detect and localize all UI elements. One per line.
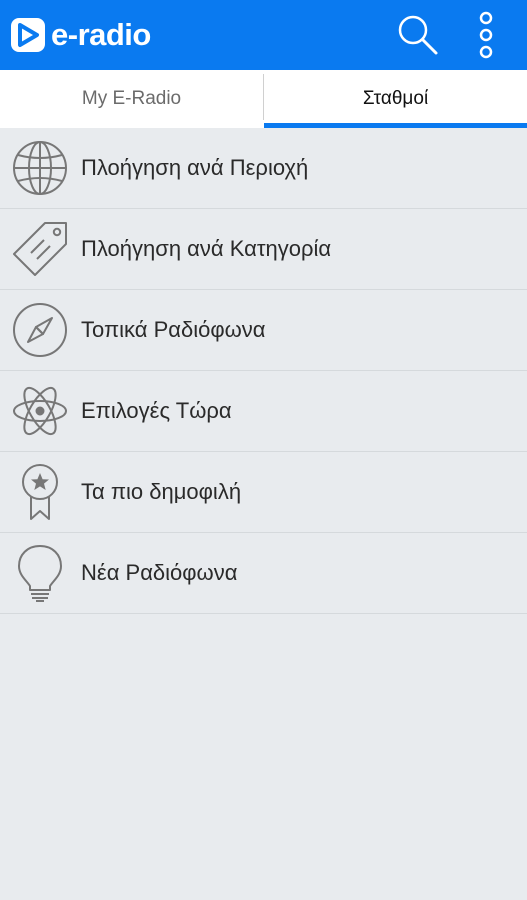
app-logo[interactable]: e-radio (11, 17, 151, 53)
tab-stations[interactable]: Σταθμοί (264, 70, 527, 128)
search-icon (398, 15, 438, 55)
tab-my-e-radio[interactable]: My E-Radio (0, 70, 263, 128)
menu-item-label: Πλοήγηση ανά Κατηγορία (81, 236, 332, 261)
menu-item-local-radios[interactable]: Τοπικά Ραδιόφωνα (0, 290, 527, 371)
search-button[interactable] (388, 0, 448, 70)
menu-item-label: Τα πιο δημοφιλή (81, 479, 242, 504)
atom-icon (11, 382, 69, 440)
menu-item-label: Επιλογές Τώρα (81, 398, 232, 423)
menu-item-new-radios[interactable]: Νέα Ραδιόφωνα (0, 533, 527, 614)
menu-item-most-popular[interactable]: Τα πιο δημοφιλή (0, 452, 527, 533)
menu-item-browse-region[interactable]: Πλοήγηση ανά Περιοχή (0, 128, 527, 209)
play-logo-icon (11, 18, 45, 52)
globe-icon (11, 139, 69, 197)
tab-bar: My E-Radio Σταθμοί (0, 70, 527, 128)
menu-item-label: Νέα Ραδιόφωνα (81, 560, 238, 585)
award-ribbon-icon (11, 463, 69, 521)
menu-item-label: Πλοήγηση ανά Περιοχή (81, 155, 309, 180)
app-bar: e-radio (0, 0, 527, 70)
lightbulb-icon (11, 544, 69, 602)
menu-item-label: Τοπικά Ραδιόφωνα (81, 317, 266, 342)
tag-icon (11, 220, 69, 278)
menu-item-picks-now[interactable]: Επιλογές Τώρα (0, 371, 527, 452)
stations-menu: Πλοήγηση ανά Περιοχή Πλοήγηση ανά Κατηγο… (0, 128, 527, 614)
overflow-menu-button[interactable] (466, 0, 506, 70)
menu-item-browse-category[interactable]: Πλοήγηση ανά Κατηγορία (0, 209, 527, 290)
compass-icon (11, 301, 69, 359)
app-title: e-radio (51, 17, 151, 52)
more-vert-icon (479, 11, 493, 59)
